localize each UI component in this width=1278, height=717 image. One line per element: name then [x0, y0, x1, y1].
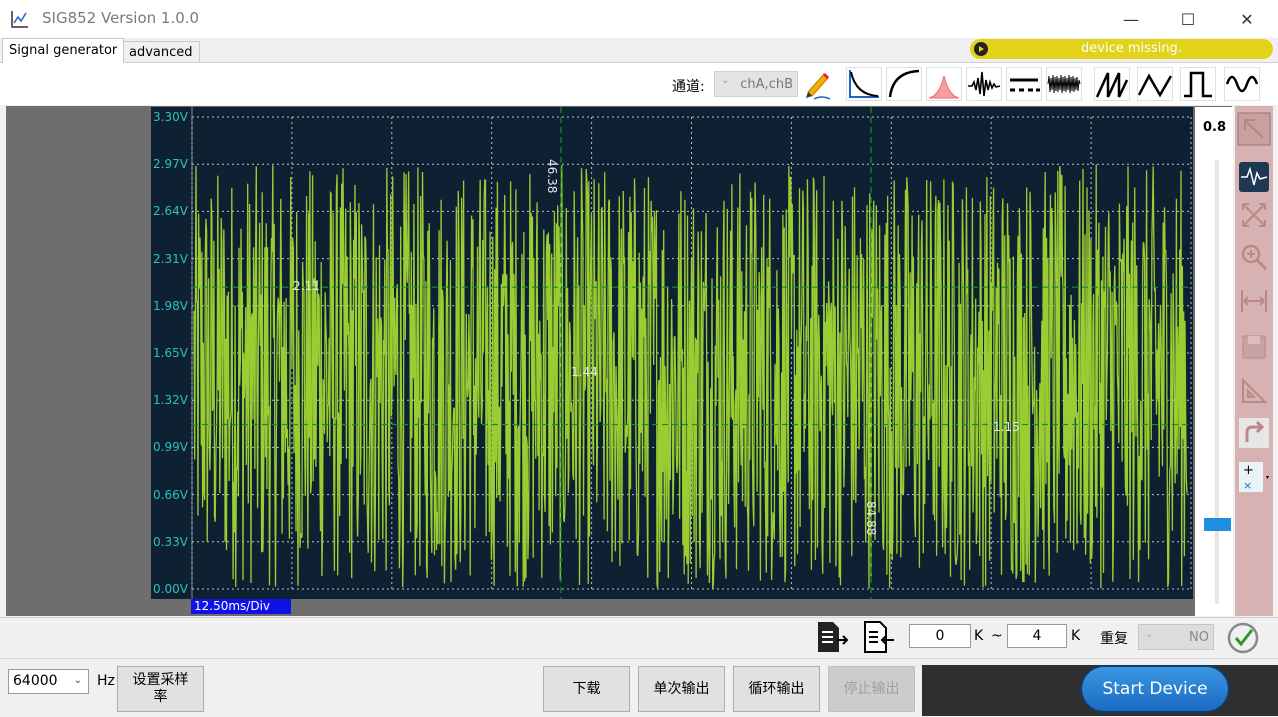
horizontal-measure-icon[interactable] — [1237, 284, 1271, 318]
triangle-icon[interactable] — [1137, 67, 1173, 101]
range-from-input[interactable]: 0 — [909, 624, 971, 648]
device-status-banner: device missing. — [970, 39, 1273, 59]
device-status-text: device missing. — [1081, 41, 1182, 56]
scale-panel — [1195, 107, 1233, 616]
sample-rate-select[interactable]: 64000 ⌄ — [8, 669, 89, 694]
redo-icon[interactable] — [1237, 416, 1271, 450]
stop-output-label: 停止输出 — [843, 680, 900, 697]
waveform-plot — [191, 107, 1192, 599]
download-button[interactable]: 下载 — [543, 666, 630, 712]
range-to-input[interactable]: 4 — [1007, 624, 1067, 648]
side-toolbar: + × — [1235, 106, 1273, 616]
center-readout-label: 1.44 — [571, 365, 598, 379]
cursor-v2-label: 84.88 — [864, 501, 878, 536]
sine-icon[interactable] — [1224, 67, 1260, 101]
signal-trace — [193, 164, 1188, 589]
timebase-label: 12.50ms/Div — [191, 599, 291, 614]
export-file-icon[interactable] — [813, 620, 849, 654]
chevron-down-icon: ⌄ — [73, 675, 82, 686]
sample-rate-value: 64000 — [13, 673, 58, 689]
cursor-h2-label: 1.15 — [993, 420, 1020, 434]
single-output-button[interactable]: 单次输出 — [638, 666, 725, 712]
decay-curve-icon[interactable] — [846, 67, 882, 101]
repeat-value: NO — [1189, 630, 1209, 645]
sawtooth-icon[interactable] — [1094, 67, 1130, 101]
scale-slider-track[interactable] — [1215, 160, 1219, 604]
repeat-select[interactable]: ⌄ NO — [1138, 624, 1214, 650]
tab-advanced[interactable]: advanced — [122, 41, 200, 62]
close-button[interactable]: ✕ — [1224, 0, 1270, 38]
waveform-display[interactable]: 3.30V 2.97V 2.64V 2.31V 1.98V 1.65V 1.32V 0.99V… — [151, 107, 1193, 599]
set-sample-rate-button[interactable]: 设置采样率 — [117, 666, 204, 712]
range-separator: ~ — [991, 628, 1003, 644]
ruler-triangle-icon[interactable] — [1237, 374, 1271, 408]
spike-noise-icon[interactable] — [966, 67, 1002, 101]
save-icon[interactable] — [1237, 330, 1271, 364]
range-row — [0, 617, 1278, 658]
pen-edit-icon[interactable] — [800, 68, 834, 102]
range-to-unit: K — [1071, 628, 1081, 644]
scale-slider-thumb[interactable] — [1204, 518, 1231, 532]
channel-value: chA,chB — [740, 77, 793, 92]
cursor-select-icon[interactable] — [1237, 112, 1271, 146]
chevron-down-icon: ⌄ — [1145, 629, 1154, 640]
window-title: SIG852 Version 1.0.0 — [42, 9, 200, 27]
rise-curve-icon[interactable] — [886, 67, 922, 101]
import-file-icon[interactable] — [860, 620, 896, 654]
svg-text:+: + — [1243, 463, 1254, 478]
waveform-toolbar — [0, 62, 1278, 105]
sample-rate-unit: Hz — [97, 673, 115, 689]
minimize-button[interactable]: — — [1108, 0, 1154, 38]
channel-select[interactable]: ⌄ chA,chB — [714, 71, 798, 97]
noise-icon[interactable] — [1046, 67, 1082, 101]
zoom-icon[interactable] — [1237, 240, 1271, 274]
waveform-view-icon[interactable] — [1237, 160, 1271, 194]
tab-signal-generator[interactable]: Signal generator — [2, 38, 125, 63]
loop-output-button[interactable]: 循环输出 — [733, 666, 820, 712]
square-icon[interactable] — [1180, 67, 1216, 101]
cursor-h1-label: 2.11 — [293, 279, 320, 293]
range-from-unit: K — [974, 628, 984, 644]
loop-output-label: 循环输出 — [748, 680, 805, 697]
stop-output-button[interactable]: 停止输出 — [828, 666, 915, 712]
set-sample-rate-label: 设置采样率 — [132, 672, 189, 705]
channel-label: 通道: — [672, 79, 705, 95]
download-label: 下载 — [572, 680, 601, 697]
app-logo-icon — [11, 11, 28, 28]
svg-text:×: × — [1243, 479, 1252, 492]
gaussian-icon[interactable] — [926, 67, 962, 101]
start-device-button[interactable]: Start Device — [1082, 667, 1228, 711]
start-device-label: Start Device — [1102, 679, 1208, 699]
single-output-label: 单次输出 — [653, 680, 710, 697]
repeat-label: 重复 — [1100, 631, 1128, 647]
fit-screen-icon[interactable] — [1237, 198, 1271, 232]
confirm-check-icon[interactable] — [1226, 621, 1260, 655]
scale-value: 0.8 — [1203, 120, 1227, 135]
maximize-button[interactable]: ☐ — [1165, 0, 1211, 38]
dc-level-icon[interactable] — [1006, 67, 1042, 101]
chevron-down-icon: ⌄ — [721, 75, 730, 86]
cursor-v1-label: 46.38 — [545, 159, 559, 194]
add-remove-cursor-icon[interactable]: +× — [1237, 460, 1271, 494]
